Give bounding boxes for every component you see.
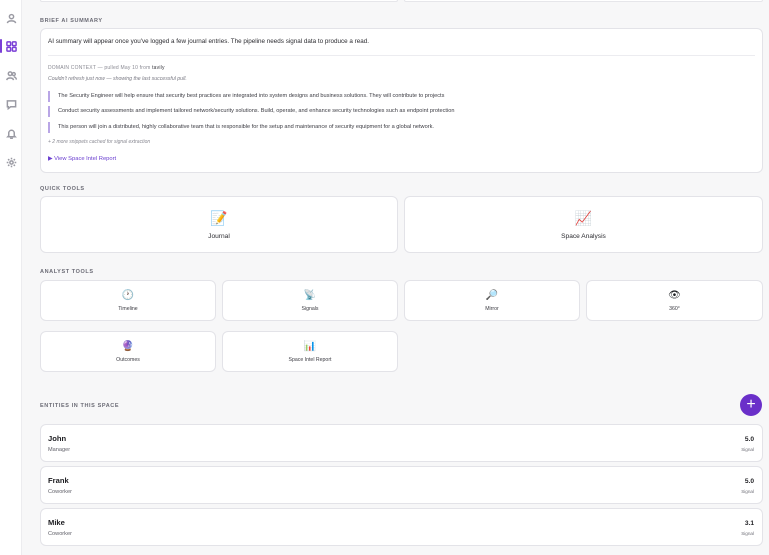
context-snippet: The Security Engineer will help ensure t… (48, 91, 444, 102)
context-snippet: This person will join a distributed, hig… (48, 122, 434, 133)
entity-role: Coworker (48, 531, 72, 537)
chat-icon[interactable] (3, 96, 19, 112)
add-entity-button[interactable]: + (740, 394, 762, 416)
entity-name: Mike (48, 518, 65, 527)
context-source: tavily (152, 65, 165, 71)
active-indicator (0, 39, 2, 53)
entity-signal-label: Signal (741, 447, 754, 452)
summary-card: AI summary will appear once you've logge… (40, 28, 763, 173)
grid-icon[interactable] (3, 38, 19, 54)
context-header: DOMAIN CONTEXT — pulled May 10 from tavi… (48, 65, 165, 71)
entity-role: Coworker (48, 489, 72, 495)
section-title-analyst-tools: ANALYST TOOLS (40, 269, 94, 275)
journal-tool-button[interactable]: 📝 Journal (40, 196, 398, 253)
sidebar (0, 0, 22, 555)
outcomes-tool-button[interactable]: 🔮 Outcomes (40, 331, 216, 372)
tool-label: Mirror (485, 306, 499, 312)
eye-icon: 👁 (668, 290, 681, 301)
entity-signal-score: 3.1 (744, 520, 754, 527)
users-icon[interactable] (3, 67, 19, 83)
space-intel-report-tool-button[interactable]: 📊 Space Intel Report (222, 331, 398, 372)
entity-signal-label: Signal (741, 531, 754, 536)
timeline-tool-button[interactable]: 🕐 Timeline (40, 280, 216, 321)
clock-icon: 🕐 (121, 290, 135, 301)
mirror-tool-button[interactable]: 🔎 Mirror (404, 280, 580, 321)
context-label: DOMAIN CONTEXT — pulled May 10 from (48, 65, 151, 71)
clipped-card-left (40, 0, 398, 2)
section-title-entities: ENTITIES IN THIS SPACE (40, 403, 120, 409)
section-title-summary: BRIEF AI SUMMARY (40, 18, 103, 24)
journal-icon: 📝 (210, 210, 228, 226)
bar-chart-icon: 📊 (303, 341, 317, 352)
tool-label: Signals (301, 306, 319, 312)
section-title-quick-tools: QUICK TOOLS (40, 186, 85, 192)
clipped-card-right (404, 0, 763, 2)
more-snippets-note: + 2 more snippets cached for signal extr… (48, 139, 151, 145)
crystal-ball-icon: 🔮 (121, 341, 135, 352)
tool-label: Outcomes (116, 357, 140, 363)
view-intel-report-link[interactable]: ▶ View Space Intel Report (48, 156, 116, 162)
entity-card[interactable]: John Manager 5.0 Signal (40, 424, 763, 462)
entity-card[interactable]: Frank Coworker 5.0 Signal (40, 466, 763, 504)
context-note: Couldn't refresh just now — showing the … (48, 76, 187, 82)
entity-signal-score: 5.0 (744, 436, 754, 443)
settings-icon[interactable] (3, 154, 19, 170)
bell-icon[interactable] (3, 125, 19, 141)
context-snippet: Conduct security assessments and impleme… (48, 106, 454, 117)
tool-label: Space Analysis (561, 233, 606, 240)
user-icon[interactable] (3, 10, 19, 26)
space-analysis-tool-button[interactable]: 📈 Space Analysis (404, 196, 763, 253)
magnifier-icon: 🔎 (485, 290, 499, 301)
entity-signal-label: Signal (741, 489, 754, 494)
entity-card[interactable]: Mike Coworker 3.1 Signal (40, 508, 763, 546)
360-tool-button[interactable]: 👁 360° (586, 280, 763, 321)
tool-label: Space Intel Report (288, 357, 332, 363)
summary-divider (48, 55, 755, 56)
tool-label: Timeline (118, 306, 138, 312)
chart-up-icon: 📈 (574, 210, 593, 226)
entity-signal-score: 5.0 (744, 478, 754, 485)
entity-name: Frank (48, 476, 69, 485)
satellite-icon: 📡 (303, 290, 317, 301)
entity-role: Manager (48, 447, 71, 453)
summary-lead: AI summary will appear once you've logge… (48, 38, 370, 45)
entity-name: John (48, 434, 67, 443)
tool-label: 360° (669, 306, 680, 312)
tool-label: Journal (208, 233, 230, 240)
signals-tool-button[interactable]: 📡 Signals (222, 280, 398, 321)
